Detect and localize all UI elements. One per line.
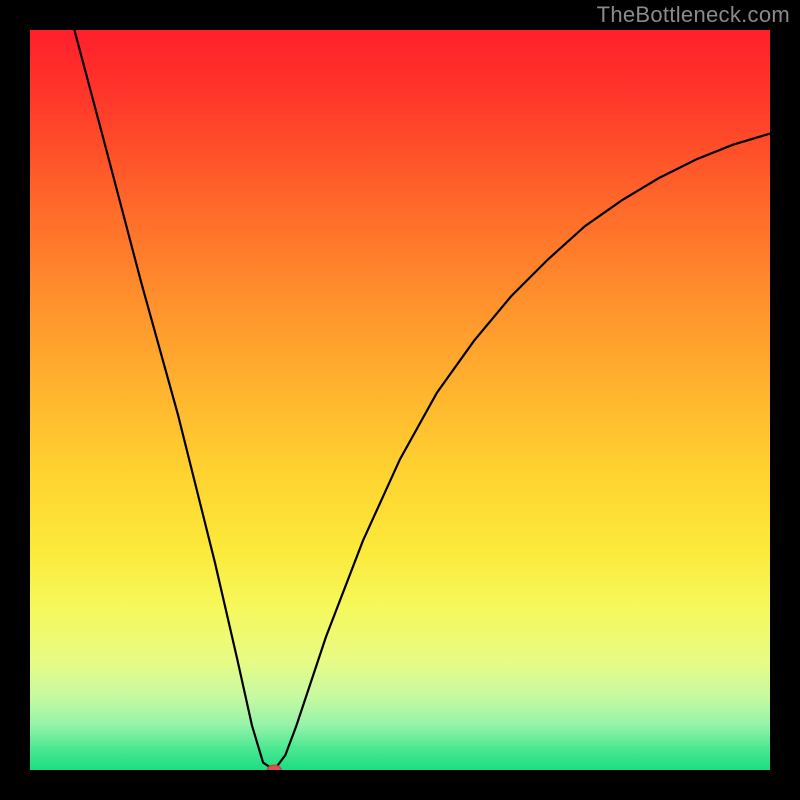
chart-svg xyxy=(30,30,770,770)
watermark-text: TheBottleneck.com xyxy=(597,2,790,28)
plot-area xyxy=(30,30,770,770)
chart-frame: TheBottleneck.com xyxy=(0,0,800,800)
bottleneck-curve-path xyxy=(74,30,770,770)
